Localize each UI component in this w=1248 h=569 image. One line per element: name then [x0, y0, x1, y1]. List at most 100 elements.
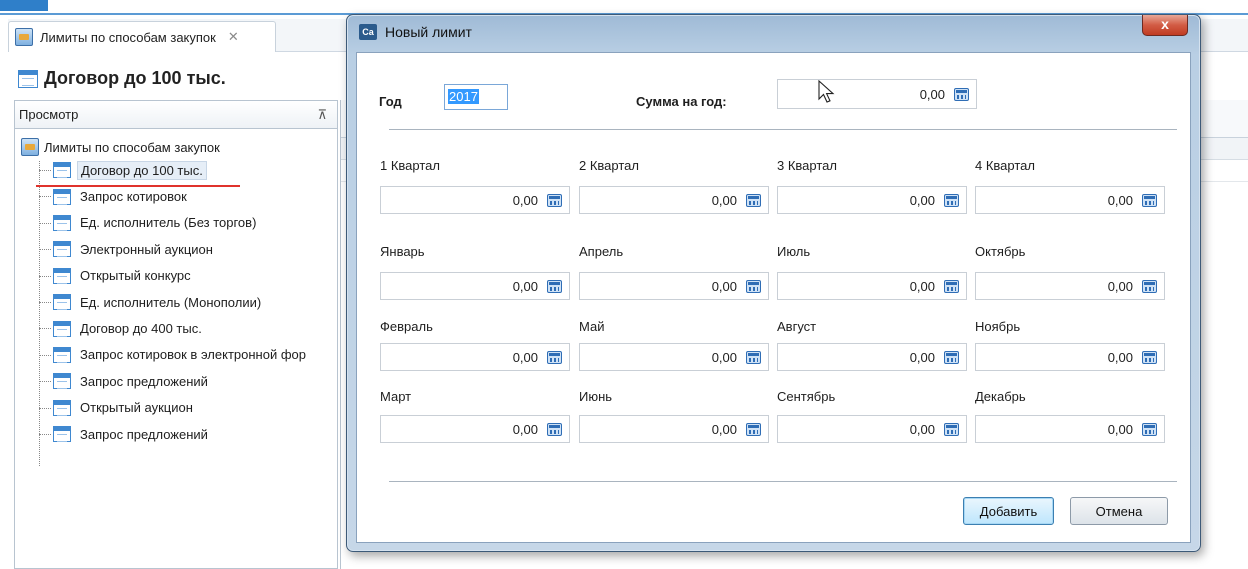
tree-root[interactable]: Лимиты по способам закупок	[21, 137, 337, 157]
months-label: Ноябрь	[975, 319, 1021, 334]
tree-item-label: Ед. исполнитель (Монополии)	[80, 294, 262, 310]
quarters-amount-value: 0,00	[512, 192, 538, 208]
tree-item[interactable]: Запрос котировок	[39, 183, 337, 209]
pin-icon[interactable]: ⊼	[317, 107, 327, 123]
sum-label: Сумма на год:	[636, 94, 727, 109]
year-value: 2017	[448, 89, 479, 104]
cancel-button[interactable]: Отмена	[1070, 497, 1168, 525]
calculator-icon[interactable]	[1142, 422, 1157, 436]
calculator-icon[interactable]	[547, 350, 562, 364]
months-label: Июль	[777, 244, 811, 259]
calculator-icon[interactable]	[746, 350, 761, 364]
months-amount-value: 0,00	[1107, 349, 1133, 365]
months-amount-field[interactable]: 0,00	[380, 272, 570, 300]
tree-item-label: Ед. исполнитель (Без торгов)	[80, 215, 257, 231]
months-amount-field[interactable]: 0,00	[777, 272, 967, 300]
months-amount-value: 0,00	[512, 278, 538, 294]
months-amount-field[interactable]: 0,00	[380, 415, 570, 443]
calculator-icon[interactable]	[746, 422, 761, 436]
months-amount-field[interactable]: 0,00	[777, 415, 967, 443]
months-amount-field[interactable]: 0,00	[579, 272, 769, 300]
tree-item[interactable]: Запрос предложений	[39, 368, 337, 394]
months-amount-field[interactable]: 0,00	[975, 415, 1165, 443]
add-button[interactable]: Добавить	[963, 497, 1054, 525]
tree-item[interactable]: Запрос котировок в электронной фор	[39, 342, 337, 368]
tab-close-icon[interactable]: ✕	[228, 29, 239, 45]
tree-item[interactable]: Электронный аукцион	[39, 236, 337, 262]
tree-item[interactable]: Открытый аукцион	[39, 395, 337, 421]
calculator-icon[interactable]	[1142, 350, 1157, 364]
months-label: Март	[380, 389, 412, 404]
document-icon	[53, 320, 71, 337]
tab-limits[interactable]: Лимиты по способам закупок ✕	[8, 21, 276, 52]
calculator-icon[interactable]	[547, 279, 562, 293]
calculator-icon[interactable]	[1142, 193, 1157, 207]
tree-item[interactable]: Ед. исполнитель (Без торгов)	[39, 210, 337, 236]
calculator-icon[interactable]	[1142, 279, 1157, 293]
close-button[interactable]: x	[1142, 15, 1188, 36]
calculator-icon[interactable]	[944, 350, 959, 364]
months-label: Август	[777, 319, 817, 334]
quarters-amount-value: 0,00	[909, 192, 935, 208]
calculator-icon[interactable]	[954, 87, 969, 101]
annual-sum-value: 0,00	[919, 86, 945, 102]
quarters-amount-field[interactable]: 0,00	[975, 186, 1165, 214]
app-menu-accent[interactable]	[0, 0, 48, 11]
months-label: Апрель	[579, 244, 624, 259]
months-amount-field[interactable]: 0,00	[579, 343, 769, 371]
navigation-panel: Просмотр ⊼ Лимиты по способам закупок До…	[14, 100, 338, 569]
months-label: Октябрь	[975, 244, 1026, 259]
calculator-icon[interactable]	[547, 422, 562, 436]
tree-item[interactable]: Запрос предложений	[39, 421, 337, 447]
dialog-body: Год 2017 Сумма на год: 0,00 Добавить Отм…	[356, 52, 1191, 543]
quarters-label: 2 Квартал	[579, 158, 639, 173]
quarters-amount-field[interactable]: 0,00	[380, 186, 570, 214]
document-icon	[53, 267, 71, 284]
dialog-title: Новый лимит	[385, 24, 472, 40]
tree-item[interactable]: Договор до 100 тыс.	[39, 157, 337, 183]
document-icon	[53, 188, 71, 205]
months-amount-field[interactable]: 0,00	[777, 343, 967, 371]
months-amount-field[interactable]: 0,00	[579, 415, 769, 443]
months-label: Сентябрь	[777, 389, 836, 404]
calculator-icon[interactable]	[547, 193, 562, 207]
quarters-amount-field[interactable]: 0,00	[777, 186, 967, 214]
year-input[interactable]: 2017	[444, 84, 508, 110]
document-icon	[53, 241, 71, 258]
quarters-amount-value: 0,00	[1107, 192, 1133, 208]
calculator-icon[interactable]	[746, 193, 761, 207]
calculator-icon[interactable]	[944, 422, 959, 436]
quarters-amount-value: 0,00	[711, 192, 737, 208]
tree-item[interactable]: Договор до 400 тыс.	[39, 315, 337, 341]
dialog-app-icon: Ca	[359, 24, 377, 40]
months-amount-value: 0,00	[512, 421, 538, 437]
tree-item-label: Запрос котировок	[80, 189, 187, 205]
tree-item[interactable]: Открытый конкурс	[39, 263, 337, 289]
quarters-amount-field[interactable]: 0,00	[579, 186, 769, 214]
months-amount-value: 0,00	[1107, 278, 1133, 294]
tree-item-label: Открытый аукцион	[80, 400, 193, 416]
tree-item-label: Запрос предложений	[80, 373, 208, 389]
months-amount-field[interactable]: 0,00	[380, 343, 570, 371]
calculator-icon[interactable]	[746, 279, 761, 293]
quarters-label: 1 Квартал	[380, 158, 440, 173]
months-amount-field[interactable]: 0,00	[975, 272, 1165, 300]
months-label: Июнь	[579, 389, 613, 404]
annual-sum-field[interactable]: 0,00	[777, 79, 977, 109]
dialog-title-bar[interactable]: Ca Новый лимит	[359, 24, 472, 40]
document-icon	[53, 426, 71, 443]
months-amount-field[interactable]: 0,00	[975, 343, 1165, 371]
calculator-icon[interactable]	[944, 193, 959, 207]
tree-item-label: Запрос котировок в электронной фор	[80, 347, 306, 363]
document-icon	[53, 214, 71, 231]
months-label: Февраль	[380, 319, 433, 334]
tab-label: Лимиты по способам закупок	[40, 29, 216, 45]
calculator-icon[interactable]	[944, 279, 959, 293]
tree-item-label: Запрос предложений	[80, 426, 208, 442]
tree-item[interactable]: Ед. исполнитель (Монополии)	[39, 289, 337, 315]
quarters-label: 4 Квартал	[975, 158, 1035, 173]
tree-item-label: Договор до 400 тыс.	[80, 321, 202, 337]
tree-item-label: Открытый конкурс	[80, 268, 191, 284]
quarters-label: 3 Квартал	[777, 158, 837, 173]
months-amount-value: 0,00	[711, 278, 737, 294]
